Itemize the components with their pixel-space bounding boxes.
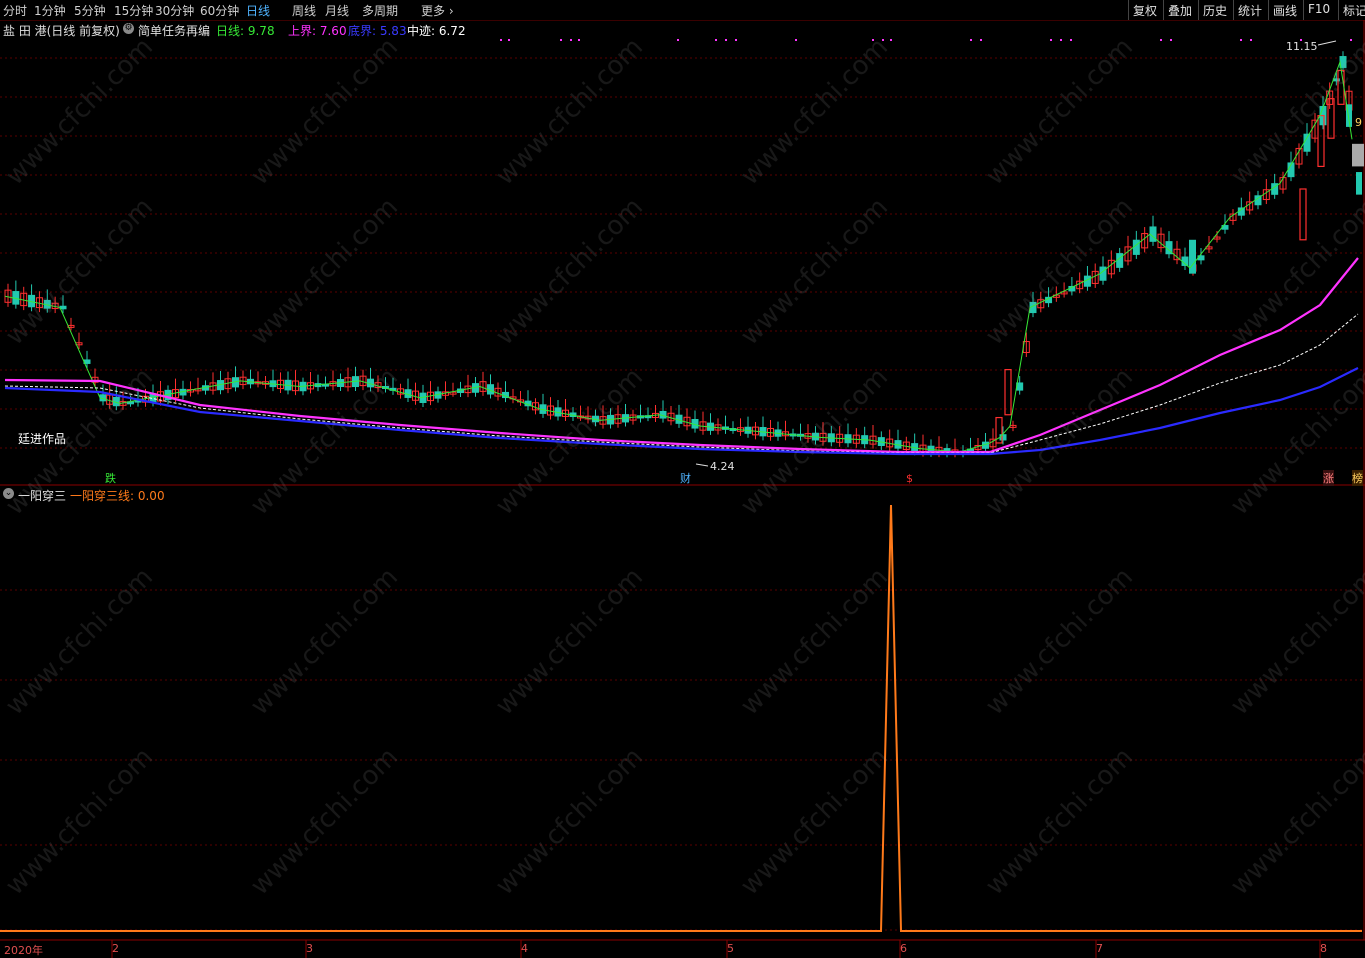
top-marker-3 <box>570 39 572 41</box>
tag-die: 跌 <box>105 472 116 485</box>
tag-dollar: $ <box>906 472 913 485</box>
big-candle-5 <box>1337 69 1345 105</box>
top-marker-18 <box>1160 39 1162 41</box>
sub-indicator-settings-icon[interactable]: ⌄ <box>3 488 14 499</box>
sub-indicator-value: 一阳穿三线: 0.00 <box>70 489 165 503</box>
high-pointer <box>1317 40 1337 46</box>
top-marker-21 <box>1250 39 1252 41</box>
top-marker-4 <box>578 39 580 41</box>
date-label-0: 2020年 <box>4 944 43 957</box>
day-line <box>4 60 1353 453</box>
sub-panel-header: ⌄ 一阳穿三 一阳穿三线: 0.00 <box>0 487 400 504</box>
top-marker-6 <box>715 39 717 41</box>
author-label: 廷进作品 <box>18 432 67 446</box>
high-price-label: 11.15 <box>1286 40 1318 53</box>
down-candle-last <box>1356 172 1362 195</box>
top-marker-10 <box>872 39 874 41</box>
top-marker-19 <box>1170 39 1172 41</box>
date-label-6: 7 <box>1096 942 1103 955</box>
candle-body-149 <box>1149 226 1157 242</box>
top-marker-0 <box>500 39 502 41</box>
top-marker-15 <box>1050 39 1052 41</box>
top-marker-5 <box>677 39 679 41</box>
candle-body-145 <box>1116 253 1124 268</box>
candle-body-130 <box>999 434 1007 441</box>
top-marker-1 <box>508 39 510 41</box>
date-label-4: 5 <box>727 942 734 955</box>
top-marker-12 <box>890 39 892 41</box>
candle-body-147 <box>1132 239 1140 255</box>
gray-candle <box>1352 143 1364 167</box>
date-label-7: 8 <box>1320 942 1327 955</box>
lower-line <box>4 367 1359 456</box>
low-price-label: 4.24 <box>710 460 735 473</box>
top-marker-13 <box>970 39 972 41</box>
date-label-2: 3 <box>306 942 313 955</box>
top-marker-7 <box>725 39 727 41</box>
date-label-1: 2 <box>112 942 119 955</box>
sub-indicator-name[interactable]: 一阳穿三 <box>18 487 66 504</box>
tag-zhang: 涨 <box>1323 470 1334 486</box>
right-edge-value: 9 <box>1355 116 1362 129</box>
tag-bang: 榜 <box>1352 470 1363 486</box>
big-candle-1 <box>1004 368 1012 416</box>
date-label-5: 6 <box>900 942 907 955</box>
top-marker-9 <box>795 39 797 41</box>
top-marker-8 <box>735 39 737 41</box>
top-marker-16 <box>1060 39 1062 41</box>
low-pointer <box>695 463 709 467</box>
mid-line <box>4 313 1359 454</box>
top-marker-11 <box>882 39 884 41</box>
top-marker-2 <box>560 39 562 41</box>
top-marker-23 <box>1350 39 1352 41</box>
top-marker-14 <box>980 39 982 41</box>
date-label-3: 4 <box>521 942 528 955</box>
tag-cai: 财 <box>680 472 691 485</box>
signal-line <box>0 504 1362 932</box>
top-marker-17 <box>1070 39 1072 41</box>
top-marker-20 <box>1240 39 1242 41</box>
